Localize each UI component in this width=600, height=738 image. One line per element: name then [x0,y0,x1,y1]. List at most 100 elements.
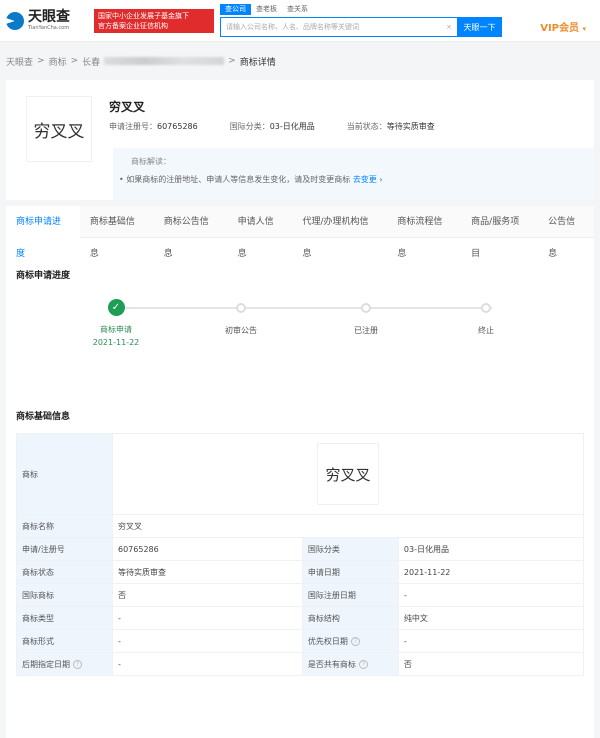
official-badge: 国家中小企业发展子基金旗下 官方备案企业征信机构 [94,8,214,33]
step-label: 初审公告 [225,326,257,335]
vip-label: VIP会员 [540,23,579,34]
tab-goods-services[interactable]: 商品/服务项目 [461,206,538,259]
tab-agency-info[interactable]: 代理/办理机构信息 [292,206,387,259]
chevron-right-icon: > [37,56,45,66]
logo-text: 天眼查 [28,9,70,25]
field-label: 后期指定日期? [16,652,113,676]
field-value: - [397,583,585,607]
field-value-text: - [118,659,121,669]
search-tab-company[interactable]: 查公司 [220,4,251,15]
breadcrumb-home[interactable]: 天眼查 [6,55,33,68]
field-label: 商标形式 [16,629,113,653]
tab-process-info[interactable]: 商标流程信息 [387,206,461,259]
field-label-text: 优先权日期 [307,636,348,646]
trademark-image: 穷叉叉 [26,96,92,162]
tab-basic-info[interactable]: 商标基础信息 [80,206,154,259]
detail-tabs: 商标申请进度 商标基础信息 商标公告信息 申请人信息 代理/办理机构信息 商标流… [6,205,594,259]
reg-number: 申请注册号：60765286 [109,122,198,131]
field-label: 国际商标 [16,583,113,607]
field-label-text: 商标状态 [22,567,54,577]
table-row: 商标类型 - 商标结构 纯中文 [16,606,585,630]
field-value-text: - [118,613,121,623]
search-button[interactable]: 天眼一下 [457,17,502,37]
search-tab-boss[interactable]: 查老板 [251,4,282,15]
vip-menu[interactable]: VIP会员 ▾ [540,19,586,34]
field-value: 等待实质审查 [112,560,303,584]
search-tab-relation[interactable]: 查关系 [282,4,313,15]
blurred-company-name [104,57,225,65]
interpretation-title: 商标解读： [131,157,171,166]
help-icon[interactable]: ? [350,636,360,646]
field-label: 国际注册日期 [301,583,399,607]
progress-line [116,307,492,309]
interpretation-tip: • 如果商标的注册地址、申请人等信息发生变化，请及时变更商标 [119,175,351,184]
tab-notices[interactable]: 公告信息 [538,206,594,259]
tab-announcement-info[interactable]: 商标公告信息 [154,206,228,259]
step-application: ✓ 商标申请 2021-11-22 [86,299,146,347]
detail-content: 商标申请进度 ✓ 商标申请 2021-11-22 初审公告 已注册 终止 商标基… [6,238,594,738]
step-preliminary: 初审公告 [211,301,271,336]
basic-info-table: 商标 穷叉叉 商标名称 穷叉叉 申请/注册号 60765286 国际分类 03-日化用… [16,433,585,676]
help-icon[interactable]: ? [358,659,368,669]
breadcrumb: 天眼查 > 商标 > 长春 > 商标详情 [0,42,600,80]
step-label: 终止 [478,326,494,335]
field-label-text: 申请/注册号 [22,544,65,554]
field-value-text: 纯中文 [403,613,428,623]
field-value: - [397,629,585,653]
breadcrumb-company[interactable]: 长春 [82,55,100,68]
search-input[interactable]: 请输入公司名称、人名、品牌名称等关键词 × [220,17,457,37]
field-value-text: 否 [118,590,126,600]
tab-applicant-info[interactable]: 申请人信息 [228,206,293,259]
logo-icon [6,11,24,30]
name-label: 商标名称 [16,514,113,538]
field-value: 否 [112,583,303,607]
step-dot-icon [236,303,246,313]
progress-tracker: ✓ 商标申请 2021-11-22 初审公告 已注册 终止 [16,299,584,371]
intl-class: 国际分类：03-日化用品 [229,122,315,131]
trademark-image: 穷叉叉 [317,443,379,505]
logo[interactable]: 天眼查 TianYanCha.com [6,10,91,31]
field-value: 2021-11-22 [397,560,585,584]
field-value-text: 03-日化用品 [403,544,449,554]
step-dot-icon [481,303,491,313]
field-label: 是否共有商标? [301,652,399,676]
name-value: 穷叉叉 [112,514,584,538]
field-label: 申请/注册号 [16,537,113,561]
progress-title: 商标申请进度 [16,271,71,281]
clear-icon[interactable]: × [446,23,452,31]
trademark-summary-card: 穷叉叉 穷叉叉 申请注册号：60765286 国际分类：03-日化用品 当前状态… [6,80,594,200]
field-value-text: - [403,636,407,646]
field-label: 商标状态 [16,560,113,584]
top-bar: 天眼查 TianYanCha.com 国家中小企业发展子基金旗下 官方备案企业征… [0,0,600,42]
field-label-text: 商标类型 [22,613,54,623]
field-label: 申请日期 [301,560,399,584]
table-row: 商标状态 等待实质审查 申请日期 2021-11-22 [16,560,585,584]
field-value: - [112,629,303,653]
field-label: 国际分类 [301,537,399,561]
logo-domain: TianYanCha.com [28,25,70,31]
table-row: 商标 穷叉叉 [16,433,584,515]
chevron-right-icon: > [70,56,79,66]
badge-line-1: 国家中小企业发展子基金旗下 [98,11,189,20]
table-row: 后期指定日期? - 是否共有商标? 否 [16,652,585,676]
field-label-text: 国际商标 [22,590,54,600]
check-icon: ✓ [107,299,125,316]
table-row: 商标名称 穷叉叉 [16,514,584,538]
field-label: 商标类型 [16,606,113,630]
field-value: - [112,606,303,630]
field-value: - [112,652,303,676]
tab-application-progress[interactable]: 商标申请进度 [6,205,80,259]
field-label-text: 商标形式 [22,636,54,646]
step-registered: 已注册 [336,301,396,336]
help-icon[interactable]: ? [73,659,82,669]
current-status: 当前状态：等待实质审查 [346,122,435,131]
field-value-text: - [403,590,407,600]
chevron-right-icon: > [228,56,236,66]
trademark-name: 穷叉叉 [109,100,146,114]
field-label-text: 国际注册日期 [307,590,356,600]
field-label-text: 国际分类 [307,544,340,554]
field-value: 否 [397,652,585,676]
change-link[interactable]: 去变更 › [353,175,383,184]
breadcrumb-trademark[interactable]: 商标 [49,55,67,68]
trademark-label: 商标 [16,433,113,515]
